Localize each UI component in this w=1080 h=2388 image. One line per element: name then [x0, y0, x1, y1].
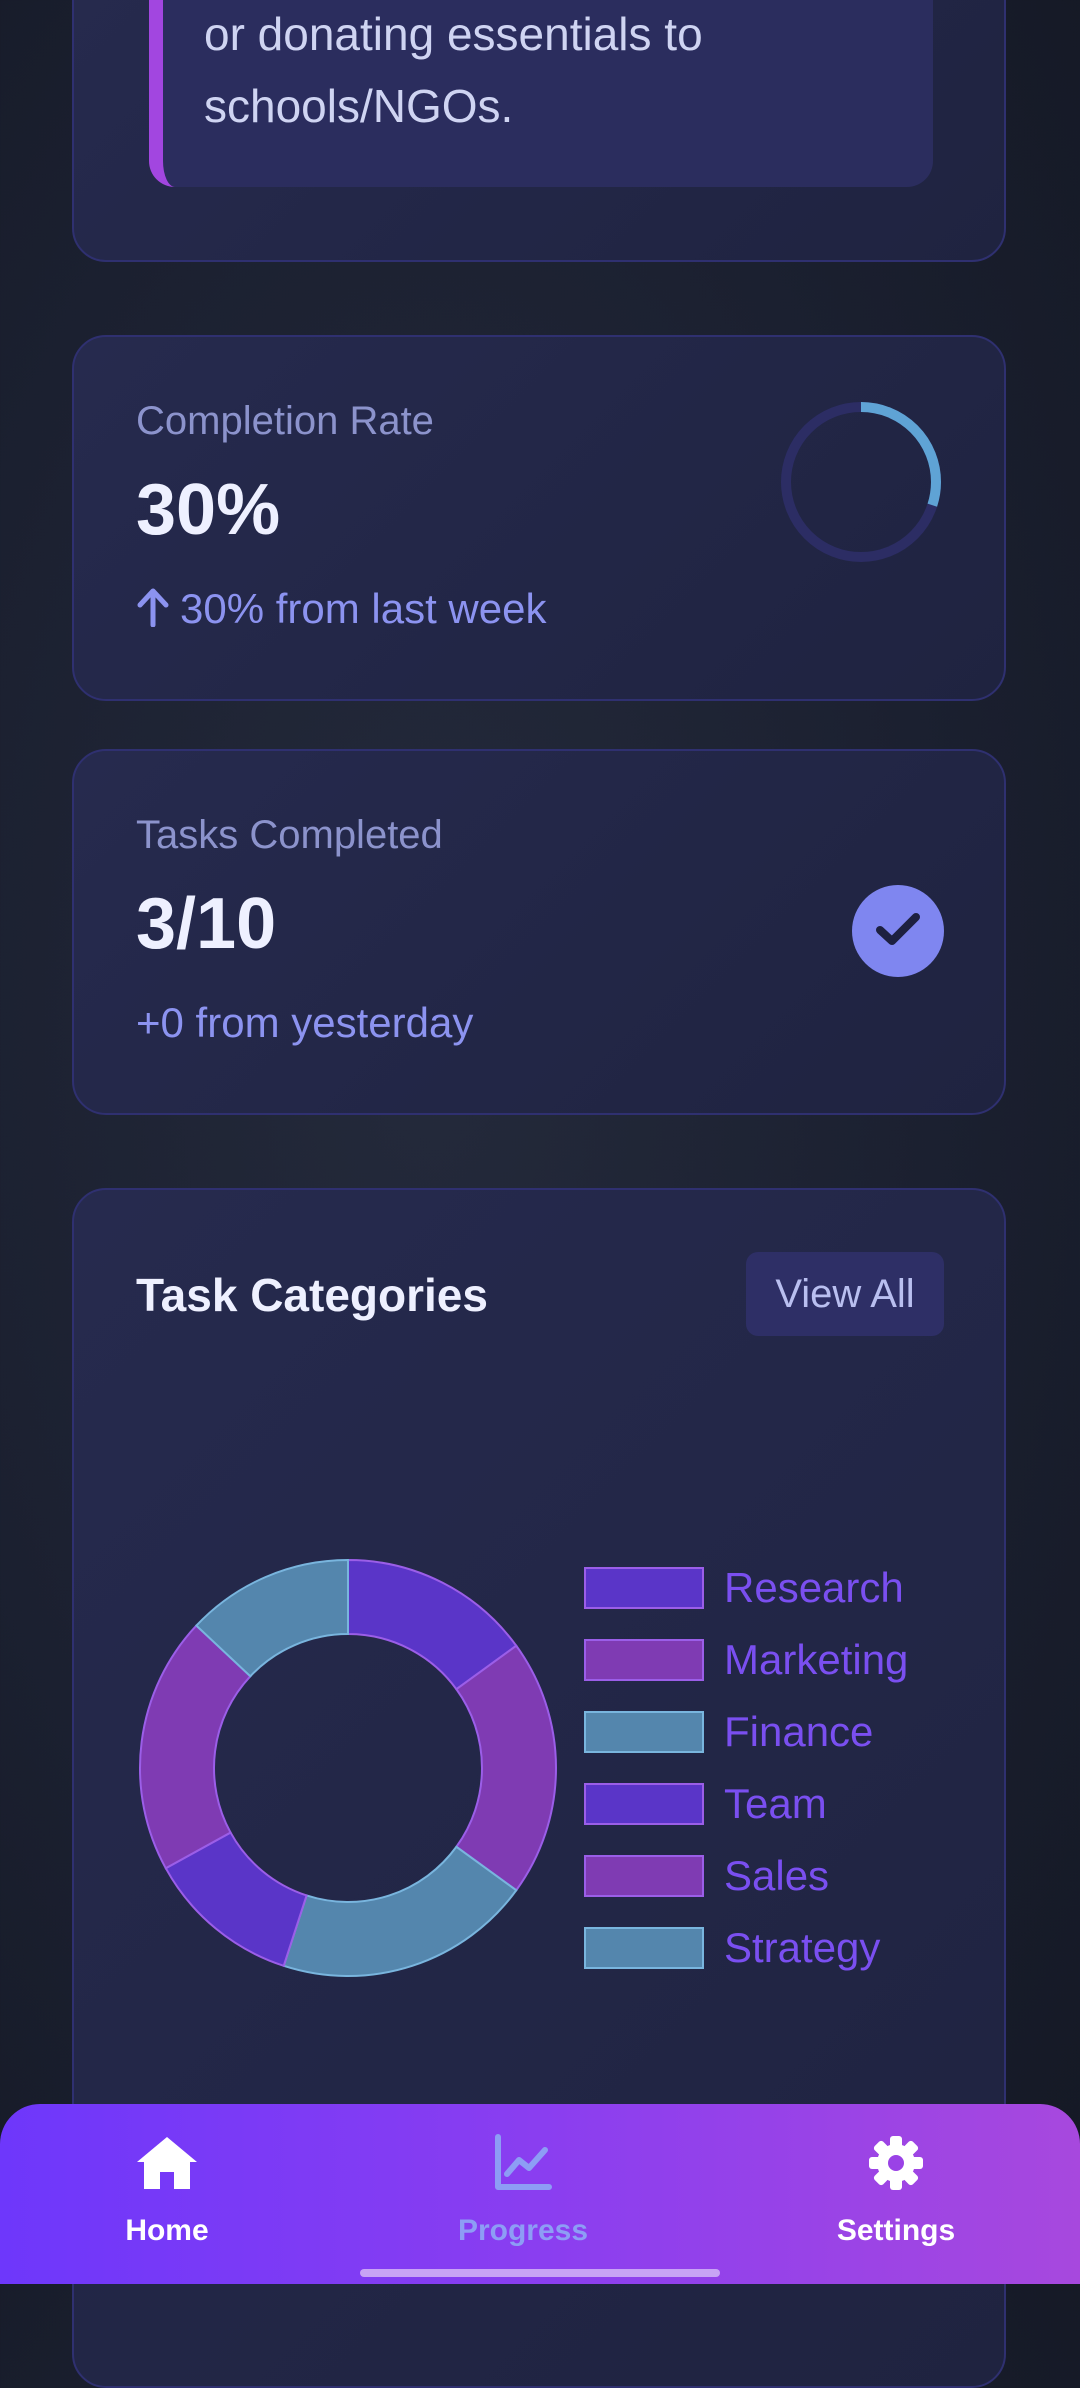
tip-text-line-2: schools/NGOs.: [204, 80, 514, 132]
legend-label: Strategy: [724, 1924, 881, 1971]
donut-slice-marketing[interactable]: [455, 1644, 557, 1892]
legend-label: Marketing: [724, 1636, 909, 1683]
arrow-up-icon: [136, 587, 170, 637]
completion-rate-card: Completion Rate 30% 30% from last week: [72, 335, 1006, 701]
legend-swatch: [584, 1639, 704, 1681]
nav-progress[interactable]: Progress: [403, 2134, 643, 2248]
legend-item-team[interactable]: Team: [584, 1768, 908, 1840]
completion-rate-label: Completion Rate: [136, 399, 434, 443]
view-all-button[interactable]: View All: [746, 1252, 944, 1336]
legend-item-marketing[interactable]: Marketing: [584, 1624, 908, 1696]
completion-rate-change-text: 30% from last week: [180, 585, 547, 632]
home-indicator[interactable]: [360, 2269, 720, 2277]
legend-label: Research: [724, 1564, 904, 1611]
legend-swatch: [584, 1855, 704, 1897]
home-icon: [47, 2134, 287, 2192]
chart-line-icon: [403, 2134, 643, 2192]
donut-slice-finance[interactable]: [282, 1845, 518, 1977]
nav-home-label: Home: [125, 2214, 209, 2247]
legend-label: Finance: [724, 1708, 874, 1755]
categories-legend: Research Marketing Finance Team Sales Strateg…: [584, 1552, 908, 1984]
legend-swatch: [584, 1783, 704, 1825]
tasks-completed-card: Tasks Completed 3/10 +0 from yesterday: [72, 749, 1006, 1115]
task-categories-title: Task Categories: [136, 1269, 488, 1321]
legend-item-strategy[interactable]: Strategy: [584, 1912, 908, 1984]
legend-item-sales[interactable]: Sales: [584, 1840, 908, 1912]
legend-swatch: [584, 1711, 704, 1753]
tip-card: or donating essentials to schools/NGOs.: [72, 0, 1006, 262]
categories-donut-chart: [139, 1558, 557, 1977]
completion-progress-ring: [781, 402, 941, 562]
completion-rate-change: 30% from last week: [136, 585, 546, 637]
tip-text-line-1: or donating essentials to: [204, 8, 703, 60]
nav-settings-label: Settings: [836, 2214, 956, 2247]
check-icon: [874, 909, 922, 954]
legend-label: Sales: [724, 1852, 830, 1899]
tasks-completed-change: +0 from yesterday: [136, 999, 474, 1046]
nav-home[interactable]: Home: [47, 2134, 287, 2248]
gear-icon: [776, 2134, 1016, 2192]
nav-progress-label: Progress: [457, 2214, 589, 2247]
tasks-completed-value: 3/10: [136, 884, 277, 964]
legend-swatch: [584, 1927, 704, 1969]
tasks-completed-label: Tasks Completed: [136, 813, 443, 857]
nav-settings[interactable]: Settings: [776, 2134, 1016, 2248]
bottom-nav: Home Progress Settings: [0, 2104, 1080, 2284]
legend-label: Team: [724, 1780, 827, 1827]
legend-item-research[interactable]: Research: [584, 1552, 908, 1624]
legend-swatch: [584, 1567, 704, 1609]
completion-rate-value: 30%: [136, 470, 281, 550]
check-badge: [852, 885, 944, 977]
legend-item-finance[interactable]: Finance: [584, 1696, 908, 1768]
